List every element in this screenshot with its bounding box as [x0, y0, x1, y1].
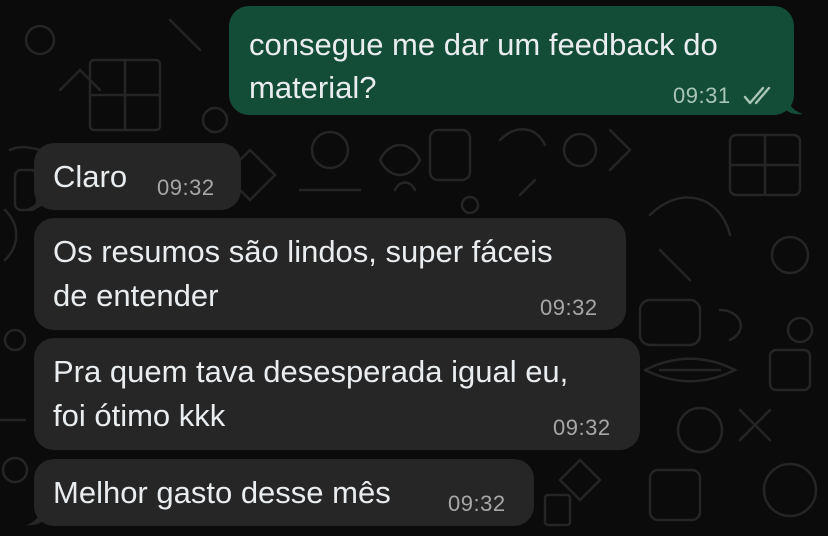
- message-text-line: Pra quem tava desesperada igual eu,: [53, 354, 569, 389]
- message-text-line: consegue me dar um feedback do: [249, 27, 718, 62]
- double-check-icon: [743, 86, 771, 105]
- incoming-message-bubble[interactable]: Os resumos são lindos, super fáceis de e…: [34, 218, 626, 330]
- incoming-message-bubble[interactable]: Melhor gasto desse mês 09:32: [26, 459, 534, 526]
- incoming-message-bubble[interactable]: Claro 09:32: [26, 143, 241, 210]
- bubble-tail: [785, 93, 803, 115]
- message-text-line: foi ótimo kkk: [53, 398, 226, 433]
- message-text-line: Claro: [53, 159, 128, 194]
- incoming-message-bubble[interactable]: Pra quem tava desesperada igual eu, foi …: [34, 338, 640, 450]
- message-timestamp: 09:32: [540, 295, 598, 320]
- message-text-line: Melhor gasto desse mês: [53, 475, 391, 510]
- bubble-tail: [26, 504, 44, 526]
- message-timestamp: 09:32: [553, 415, 611, 440]
- outgoing-message-bubble[interactable]: consegue me dar um feedback do material?…: [229, 6, 803, 115]
- message-text-line: de entender: [53, 278, 219, 313]
- message-timestamp: 09:31: [673, 83, 731, 108]
- message-text-line: material?: [249, 70, 377, 105]
- bubble-tail: [26, 188, 44, 210]
- message-text-line: Os resumos são lindos, super fáceis: [53, 234, 553, 269]
- message-timestamp: 09:32: [157, 175, 215, 200]
- message-timestamp: 09:32: [448, 491, 506, 516]
